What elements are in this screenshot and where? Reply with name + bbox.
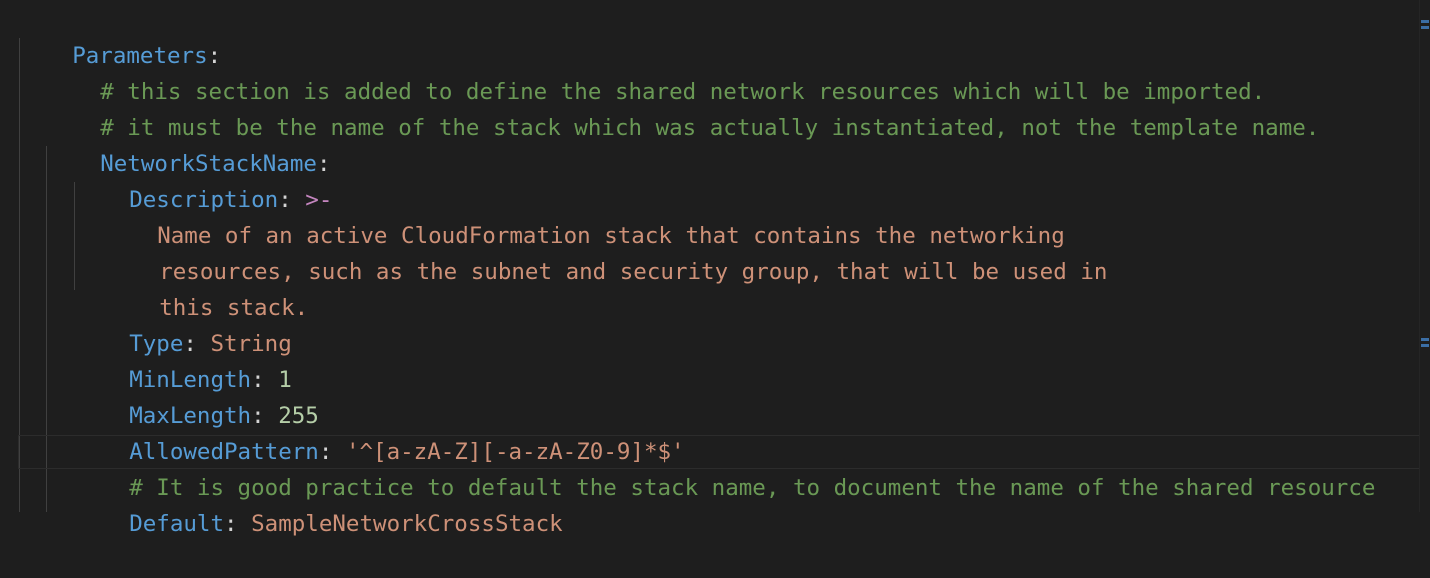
code-line-2[interactable]: # this section is added to define the sh… (46, 38, 1265, 105)
overview-ruler-mark (1421, 344, 1429, 347)
code-line-8[interactable]: this stack. (105, 254, 308, 321)
overview-ruler-mark (1421, 338, 1429, 341)
code-line-11[interactable]: MaxLength: 255 (75, 362, 319, 429)
code-line-13[interactable]: # It is good practice to default the sta… (75, 434, 1375, 501)
code-line-6[interactable]: Name of an active CloudFormation stack t… (103, 182, 1065, 249)
overview-ruler-mark (1421, 20, 1429, 23)
overview-ruler-mark (1421, 26, 1429, 29)
yaml-string: SampleNetworkCrossStack (251, 511, 563, 537)
code-line-12[interactable]: AllowedPattern: '^[a-zA-Z][-a-zA-Z0-9]*$… (75, 398, 684, 465)
code-editor[interactable]: Parameters: # this section is added to d… (0, 0, 1420, 537)
code-line-9[interactable]: Type: String (75, 290, 292, 357)
code-line-7[interactable]: resources, such as the subnet and securi… (105, 218, 1107, 285)
code-line-1[interactable]: Parameters: (18, 2, 221, 69)
code-line-5[interactable]: Description: >- (75, 146, 332, 213)
code-line-3[interactable]: # it must be the name of the stack which… (46, 74, 1319, 141)
vertical-scrollbar[interactable] (1419, 0, 1430, 512)
code-line-10[interactable]: MinLength: 1 (75, 326, 292, 393)
colon: : (224, 511, 252, 537)
code-line-14[interactable]: Default: SampleNetworkCrossStack (75, 470, 562, 537)
yaml-key: Default (129, 511, 225, 537)
code-line-4[interactable]: NetworkStackName: (46, 110, 330, 177)
